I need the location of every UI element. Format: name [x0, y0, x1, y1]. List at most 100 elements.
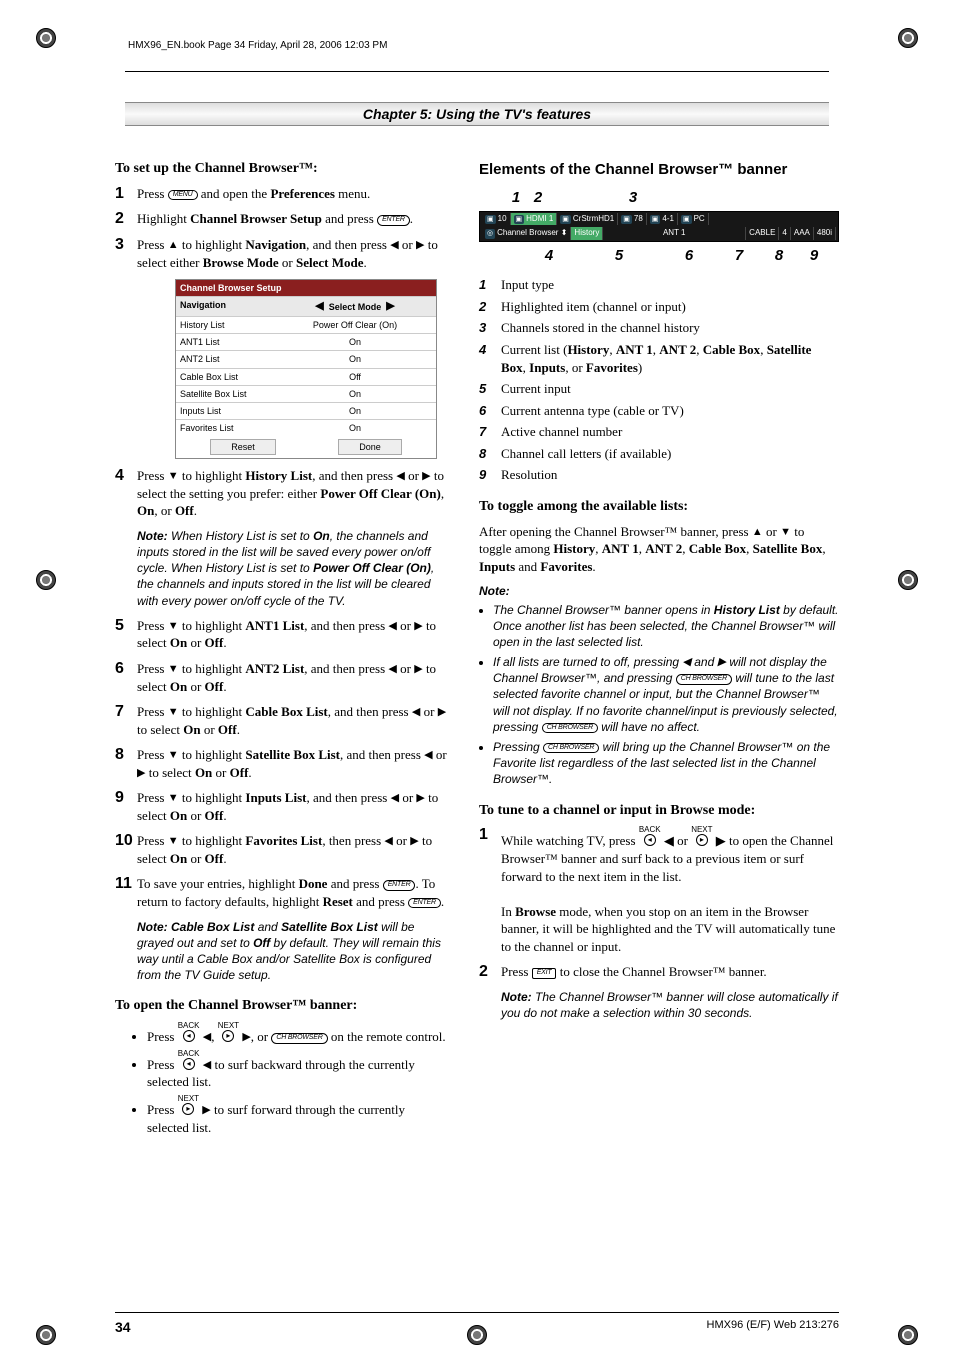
crop-mark-icon: [36, 1325, 56, 1345]
chbrowser-button-icon: CH BROWSER: [542, 723, 598, 733]
step-number: 7: [115, 703, 137, 721]
crop-mark-icon: [898, 28, 918, 48]
enter-button-icon: ENTER: [408, 898, 441, 908]
step-number: 9: [115, 789, 137, 807]
step-number: 2: [115, 210, 137, 228]
tune-heading: To tune to a channel or input in Browse …: [479, 802, 839, 821]
table-head-right: ◀ Select Mode ▶: [274, 297, 436, 316]
step-body: Press ▼ to highlight ANT2 List, and then…: [137, 660, 449, 695]
crop-mark-icon: [36, 570, 56, 590]
legend-num: 9: [479, 466, 501, 484]
table-cell: On: [274, 334, 436, 350]
callout-label: 1: [509, 188, 523, 208]
back-key-icon: BACK◂: [639, 826, 661, 846]
legend-text: Channel call letters (if available): [501, 445, 671, 463]
left-arrow-icon: ◀: [390, 238, 398, 253]
setup-heading: To set up the Channel Browser™:: [115, 160, 449, 179]
step-number: 1: [115, 185, 137, 203]
down-arrow-icon: ▼: [168, 469, 179, 484]
callout-label: 7: [719, 246, 759, 266]
legend-num: 2: [479, 298, 501, 316]
legend-text: Active channel number: [501, 423, 622, 441]
down-arrow-icon: ▼: [780, 525, 791, 540]
input-icon: ▣: [485, 215, 496, 224]
setup-steps: 1 Press MENU and open the Preferences me…: [115, 185, 449, 271]
banner-cell: ▣78: [618, 213, 647, 226]
setup-steps-cont2: 5 Press ▼ to highlight ANT1 List, and th…: [115, 617, 449, 911]
legend-text: Highlighted item (channel or input): [501, 298, 686, 316]
right-column: Elements of the Channel Browser™ banner …: [479, 146, 839, 1142]
legend-num: 4: [479, 341, 501, 376]
step-body: Highlight Channel Browser Setup and pres…: [137, 210, 449, 228]
list-item: Pressing CH BROWSER will bring up the Ch…: [493, 739, 839, 788]
channel-browser-setup-table: Channel Browser Setup Navigation ◀ Selec…: [175, 279, 437, 459]
legend-num: 5: [479, 380, 501, 398]
callout-label: 6: [659, 246, 719, 266]
banner-call: AAA: [791, 227, 814, 240]
elements-heading: Elements of the Channel Browser™ banner: [479, 160, 839, 180]
step-body: Press ▲ to highlight Navigation, and the…: [137, 236, 449, 271]
step-number: 8: [115, 746, 137, 764]
crop-mark-icon: [467, 1325, 487, 1345]
legend-num: 3: [479, 319, 501, 337]
legend-text: Input type: [501, 276, 554, 294]
history-list-note: Note: When History List is set to On, th…: [137, 528, 449, 609]
banner-cell: ▣PC: [678, 213, 709, 226]
legend-num: 8: [479, 445, 501, 463]
table-cell: On: [274, 351, 436, 367]
step-number: 11: [115, 875, 137, 893]
next-key-icon: NEXT▸: [178, 1095, 199, 1115]
banner-list-label: History: [571, 227, 603, 240]
pdf-header-line: HMX96_EN.book Page 34 Friday, April 28, …: [128, 40, 894, 51]
input-icon: ▣: [560, 215, 571, 224]
legend-text: Channels stored in the channel history: [501, 319, 700, 337]
chbrowser-button-icon: CH BROWSER: [543, 743, 599, 753]
legend-text: Resolution: [501, 466, 557, 484]
done-button: Done: [338, 439, 402, 455]
banner-antenna: CABLE: [746, 227, 779, 240]
doc-reference: HMX96 (E/F) Web 213:276: [707, 1319, 839, 1335]
list-item: Press BACK◂ ◀ to surf backward through t…: [147, 1050, 449, 1091]
back-key-icon: BACK◂: [178, 1022, 200, 1042]
table-cell: On: [274, 386, 436, 402]
banner-figure: 1 2 3 ▣10 ▣HDMI 1 ▣CrStrmHD1 ▣78 ▣4-1 ▣P…: [479, 188, 839, 266]
banner-cb-label: ◎Channel Browser ⬍: [482, 227, 571, 240]
crop-mark-icon: [898, 1325, 918, 1345]
enter-button-icon: ENTER: [383, 880, 416, 890]
up-arrow-icon: ▲: [168, 238, 179, 253]
table-cell: Cable Box List: [176, 369, 274, 385]
list-item: The Channel Browser™ banner opens in His…: [493, 602, 839, 651]
step-number: 4: [115, 467, 137, 485]
banner-channel: 4: [779, 227, 790, 240]
table-cell: History List: [176, 317, 274, 333]
page-number: 34: [115, 1319, 131, 1335]
banner-legend: 1Input type 2Highlighted item (channel o…: [479, 276, 839, 483]
banner-cell-highlight: ▣HDMI 1: [511, 213, 558, 226]
cb-icon: ◎: [485, 229, 495, 238]
callout-label: 8: [759, 246, 799, 266]
step-number: 2: [479, 963, 501, 981]
enter-button-icon: ENTER: [377, 215, 410, 225]
setup-steps-cont: 4 Press ▼ to highlight History List, and…: [115, 467, 449, 520]
tune-steps: 1 While watching TV, press BACK◂ ◀ or NE…: [479, 826, 839, 981]
reset-button: Reset: [210, 439, 276, 455]
banner-cell: ▣10: [482, 213, 511, 226]
list-item: Press BACK◂ ◀, NEXT▸ ▶, or CH BROWSER on…: [147, 1022, 449, 1046]
table-cell: ANT2 List: [176, 351, 274, 367]
legend-text: Current antenna type (cable or TV): [501, 402, 684, 420]
banner-cell: ▣CrStrmHD1: [557, 213, 618, 226]
table-cell: Favorites List: [176, 420, 274, 436]
toggle-note: Note: The Channel Browser™ banner opens …: [479, 583, 839, 787]
toggle-heading: To toggle among the available lists:: [479, 498, 839, 517]
callout-label: 3: [553, 188, 713, 208]
legend-num: 6: [479, 402, 501, 420]
input-icon: ▣: [650, 215, 661, 224]
table-cell: Inputs List: [176, 403, 274, 419]
table-cell: On: [274, 403, 436, 419]
table-title: Channel Browser Setup: [176, 280, 436, 296]
list-item: If all lists are turned to off, pressing…: [493, 654, 839, 735]
input-icon: ▣: [621, 215, 632, 224]
step-body: Press ▼ to highlight Inputs List, and th…: [137, 789, 449, 824]
crop-mark-icon: [898, 570, 918, 590]
callout-label: 9: [799, 246, 829, 266]
